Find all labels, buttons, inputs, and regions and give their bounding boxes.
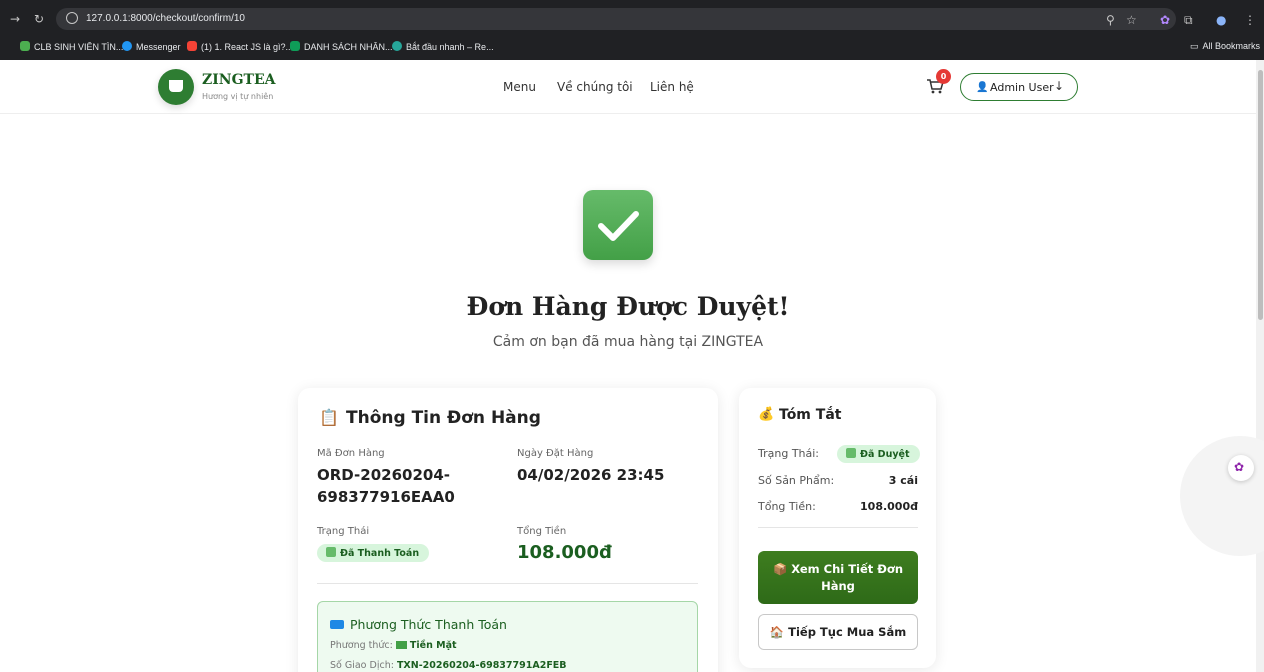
payment-method-value: Tiền Mặt bbox=[409, 640, 457, 651]
bookmark-item[interactable]: Bắt đầu nhanh – Re... bbox=[392, 41, 494, 52]
address-row: → ↻ 127.0.0.1:8000/checkout/confirm/10 ⚲… bbox=[0, 4, 1264, 34]
summary-title: Tóm Tắt bbox=[779, 407, 842, 423]
order-date: 04/02/2026 23:45 bbox=[517, 466, 665, 484]
summary-card: 💰 Tóm Tắt Trạng Thái: Đã Duyệt Số Sản Ph… bbox=[739, 388, 936, 668]
checkbox-icon bbox=[326, 547, 336, 557]
all-bookmarks[interactable]: ▭ All Bookmarks bbox=[1190, 41, 1260, 52]
bookmark-item[interactable]: (1) 1. React JS là gì?... bbox=[187, 41, 293, 52]
brand-name[interactable]: ZINGTEA bbox=[202, 72, 275, 88]
bookmark-item[interactable]: DANH SÁCH NHÂN... bbox=[290, 41, 393, 52]
house-icon: 🏠 bbox=[769, 625, 785, 639]
cup-icon bbox=[169, 80, 183, 92]
user-menu-button[interactable]: 👤 Admin User ↓ bbox=[960, 73, 1078, 101]
order-code-label: Mã Đơn Hàng bbox=[317, 448, 385, 459]
browser-chrome: → ↻ 127.0.0.1:8000/checkout/confirm/10 ⚲… bbox=[0, 0, 1264, 60]
bookmark-star-icon[interactable]: ☆ bbox=[1126, 13, 1137, 27]
page-subtitle: Cảm ơn bạn đã mua hàng tại ZINGTEA bbox=[492, 334, 764, 350]
site-info-icon[interactable] bbox=[66, 12, 78, 24]
bookmarks-bar: CLB SINH VIÊN TÌN... Messenger (1) 1. Re… bbox=[0, 38, 1264, 58]
order-status-text: Đã Thanh Toán bbox=[340, 548, 420, 559]
nav-about[interactable]: Về chúng tôi bbox=[557, 80, 633, 94]
arrow-down-icon: ↓ bbox=[1054, 79, 1065, 93]
bookmark-icon bbox=[20, 41, 30, 51]
summary-status-label: Trạng Thái: bbox=[758, 447, 820, 460]
continue-shopping-button[interactable]: 🏠 Tiếp Tục Mua Sắm bbox=[758, 614, 918, 650]
all-bookmarks-label: All Bookmarks bbox=[1202, 41, 1261, 51]
summary-count-label: Số Sản Phẩm: bbox=[758, 474, 835, 487]
divider bbox=[317, 583, 698, 584]
forward-icon[interactable]: → bbox=[10, 12, 20, 26]
messenger-icon bbox=[122, 41, 132, 51]
summary-total: 108.000đ bbox=[860, 500, 918, 513]
nav-contact[interactable]: Liên hệ bbox=[650, 80, 694, 94]
view-order-detail-button[interactable]: 📦 Xem Chi Tiết Đơn Hàng bbox=[758, 551, 918, 604]
summary-total-label: Tổng Tiền: bbox=[758, 500, 816, 513]
view-order-detail-text2: Hàng bbox=[821, 579, 855, 593]
money-bag-icon: 💰 bbox=[758, 407, 775, 422]
bookmark-label: Messenger bbox=[136, 42, 181, 52]
brain-icon: ✿ bbox=[1234, 460, 1245, 474]
payment-title: Phương Thức Thanh Toán bbox=[350, 617, 507, 632]
extensions-puzzle-icon[interactable]: ⧉ bbox=[1184, 13, 1193, 28]
view-order-detail-line1: 📦 Xem Chi Tiết Đơn bbox=[758, 561, 918, 578]
package-icon: 📦 bbox=[772, 562, 788, 576]
order-status-badge: Đã Thanh Toán bbox=[317, 544, 430, 562]
youtube-icon bbox=[187, 41, 197, 51]
divider bbox=[758, 527, 918, 528]
clipboard-icon: 📋 bbox=[319, 408, 339, 427]
ai-assistant-button[interactable]: ✿ bbox=[1228, 455, 1254, 481]
summary-count: 3 cái bbox=[888, 474, 918, 487]
user-name: Admin User bbox=[990, 81, 1054, 94]
bookmark-item[interactable]: CLB SINH VIÊN TÌN... bbox=[20, 41, 123, 52]
success-check-icon bbox=[583, 190, 653, 260]
transaction-id: TXN-20260204-69837791A2FEB bbox=[396, 660, 567, 671]
continue-shopping-label: Tiếp Tục Mua Sắm bbox=[788, 625, 907, 639]
cart-count-badge: 0 bbox=[936, 69, 951, 84]
transaction-line: Số Giao Dịch: TXN-20260204-69837791A2FEB bbox=[330, 660, 567, 671]
floating-bubble bbox=[1180, 436, 1264, 556]
zoom-icon[interactable]: ⚲ bbox=[1106, 13, 1115, 27]
page-title: Đơn Hàng Được Duyệt! bbox=[466, 292, 790, 321]
bookmark-label: Bắt đầu nhanh – Re... bbox=[406, 42, 494, 52]
extension-icon[interactable]: ✿ bbox=[1160, 13, 1170, 27]
transaction-label: Số Giao Dịch: bbox=[330, 660, 394, 671]
order-info-card: 📋 Thông Tin Đơn Hàng Mã Đơn Hàng ORD-202… bbox=[298, 388, 718, 672]
menu-dots-icon[interactable]: ⋮ bbox=[1244, 13, 1256, 27]
user-icon: 👤 bbox=[976, 82, 989, 93]
url-text[interactable]: 127.0.0.1:8000/checkout/confirm/10 bbox=[86, 13, 245, 24]
bookmark-item[interactable]: Messenger bbox=[122, 41, 181, 52]
order-status-label: Trạng Thái bbox=[317, 526, 370, 537]
bookmark-label: CLB SINH VIÊN TÌN... bbox=[34, 42, 124, 52]
order-code-line2: 698377916EAA0 bbox=[317, 488, 455, 506]
site-header: ZINGTEA Hương vị tự nhiên Menu Về chúng … bbox=[0, 60, 1256, 114]
order-total-label: Tổng Tiền bbox=[517, 526, 567, 537]
bookmark-label: (1) 1. React JS là gì?... bbox=[201, 42, 294, 52]
cash-icon bbox=[395, 641, 407, 649]
view-order-detail-text1: Xem Chi Tiết Đơn bbox=[791, 562, 904, 576]
react-icon bbox=[392, 41, 402, 51]
scrollbar-thumb[interactable] bbox=[1258, 70, 1263, 320]
credit-card-icon bbox=[330, 620, 344, 629]
folder-icon: ▭ bbox=[1190, 41, 1199, 51]
summary-status-text: Đã Duyệt bbox=[860, 449, 910, 460]
order-code-line1: ORD-20260204- bbox=[317, 466, 450, 484]
reload-icon[interactable]: ↻ bbox=[34, 12, 44, 26]
logo-icon[interactable] bbox=[158, 69, 194, 105]
brand-tagline: Hương vị tự nhiên bbox=[202, 92, 274, 101]
summary-status-badge: Đã Duyệt bbox=[837, 445, 920, 463]
order-card-title: Thông Tin Đơn Hàng bbox=[346, 408, 541, 428]
nav-menu[interactable]: Menu bbox=[503, 80, 536, 94]
payment-method-line: Phương thức: Tiền Mặt bbox=[330, 640, 457, 651]
sheets-icon bbox=[290, 41, 300, 51]
order-date-label: Ngày Đặt Hàng bbox=[517, 448, 594, 459]
checkbox-icon bbox=[846, 448, 856, 458]
profile-icon[interactable]: ● bbox=[1216, 13, 1226, 27]
bookmark-label: DANH SÁCH NHÂN... bbox=[304, 42, 393, 52]
payment-method-box: Phương Thức Thanh Toán Phương thức: Tiền… bbox=[317, 601, 698, 672]
payment-method-label: Phương thức: bbox=[330, 640, 393, 651]
order-total: 108.000đ bbox=[517, 542, 612, 563]
